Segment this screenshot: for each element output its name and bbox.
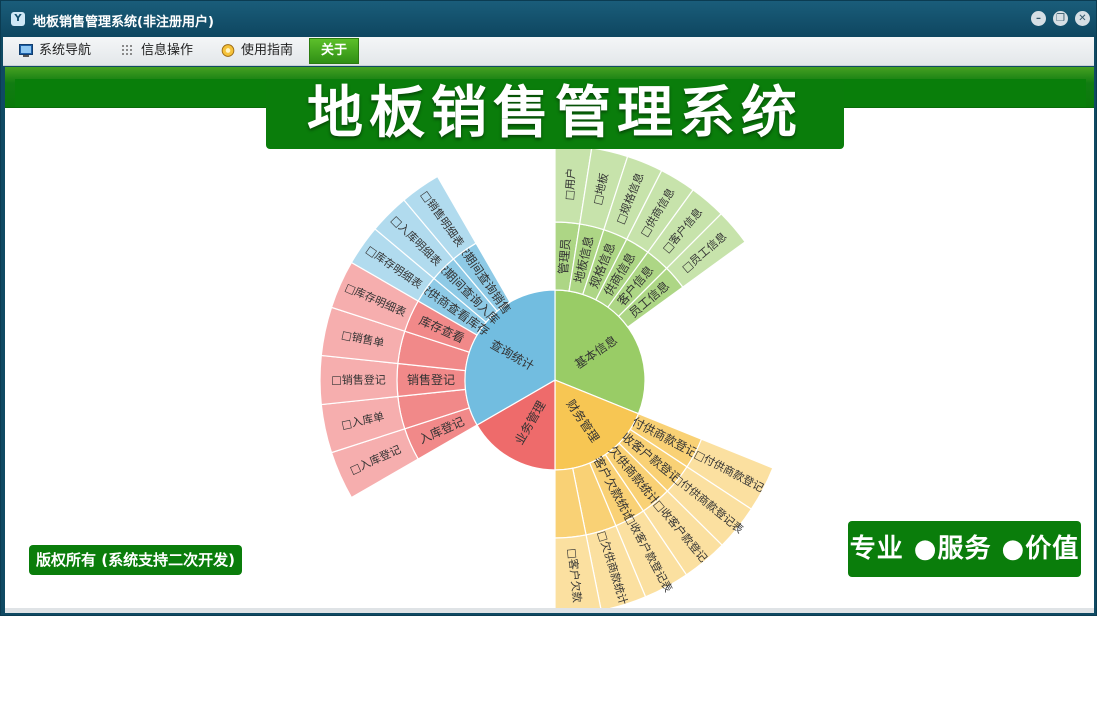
bottom-strip xyxy=(5,608,1094,613)
window-title: 地板销售管理系统(非注册用户) xyxy=(33,15,214,30)
main-content: 基本信息 管理员 □用户 地板信息 □地板 规格信息 □规格信息 供商信息 □供商信息 客户信息 □… xyxy=(5,67,1094,613)
grid-icon xyxy=(122,45,132,55)
app-logo-icon: Y xyxy=(11,12,25,26)
menu-label: 系统导航 xyxy=(39,43,92,58)
system-title-banner: 地板销售管理系统 xyxy=(266,79,844,149)
title-bar[interactable]: Y 地板销售管理系统(非注册用户) – ❐ ✕ xyxy=(1,1,1096,37)
menu-about[interactable]: 关于 xyxy=(309,38,360,64)
menu-label: 关于 xyxy=(321,43,348,58)
menu-bar: 系统导航 信息操作 使用指南 关于 xyxy=(3,37,1094,66)
monitor-icon xyxy=(19,44,33,57)
restore-icon[interactable]: ❐ xyxy=(1053,11,1068,26)
help-icon xyxy=(221,44,235,57)
menu-system-nav[interactable]: 系统导航 xyxy=(15,37,91,65)
menu-user-guide[interactable]: 使用指南 xyxy=(217,37,293,65)
sunburst-mid-label: 销售登记 xyxy=(407,372,455,387)
sunburst-mid-label: 管理员 xyxy=(555,238,573,275)
minimize-icon[interactable]: – xyxy=(1031,11,1046,26)
slogan-label: 专业 ●服务 ●价值 xyxy=(848,521,1081,577)
close-icon[interactable]: ✕ xyxy=(1075,11,1090,26)
sunburst-outer-label: □销售登记 xyxy=(331,373,385,387)
menu-label: 信息操作 xyxy=(141,43,194,58)
menu-info-ops[interactable]: 信息操作 xyxy=(117,37,193,65)
copyright-label: 版权所有 (系统支持二次开发) xyxy=(29,545,242,575)
sunburst-outer-label: □用户 xyxy=(562,167,578,200)
app-window: Y 地板销售管理系统(非注册用户) – ❐ ✕ 系统导航 信息操作 使用指南 关… xyxy=(0,0,1097,616)
menu-label: 使用指南 xyxy=(241,43,294,58)
